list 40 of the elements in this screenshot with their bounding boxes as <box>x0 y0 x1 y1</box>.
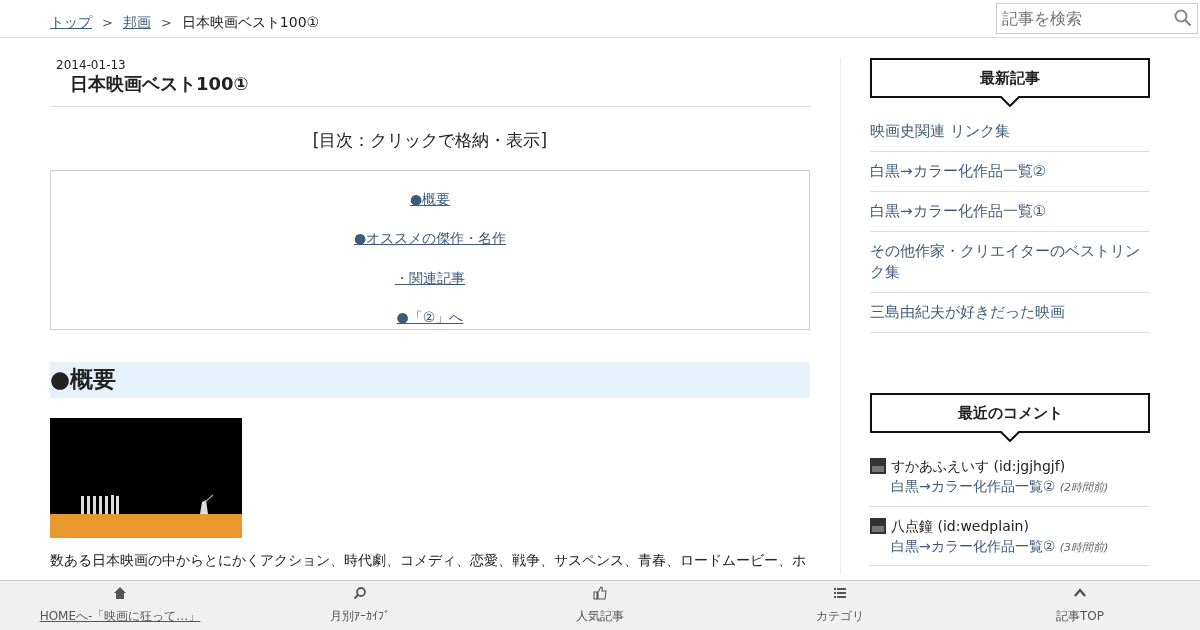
search-icon <box>353 586 367 600</box>
bottom-nav-item[interactable]: 人気記事 <box>480 581 720 630</box>
list-icon <box>833 586 847 600</box>
comment-article-link[interactable]: 白黒→カラー化作品一覧② <box>891 478 1056 495</box>
search-icon[interactable] <box>1174 9 1192 27</box>
comment-article-link[interactable]: 白黒→カラー化作品一覧② <box>891 537 1056 554</box>
home-icon <box>113 586 127 600</box>
recent-article-link[interactable]: 三島由紀夫が好きだった映画 <box>870 302 1150 323</box>
comment-text: 八点鐘 (id:wedplain) 白黒→カラー化作品一覧② (3時間前) <box>891 516 1110 556</box>
widget-heading: 最近のコメント <box>870 393 1150 433</box>
recent-article-link[interactable]: その他作家・クリエイターのベストリンク集 <box>870 241 1150 283</box>
toc-link[interactable]: ・関連記事 <box>395 266 465 290</box>
avatar-icon <box>870 517 886 534</box>
toc-link[interactable]: ●概要 <box>409 188 451 211</box>
recent-article-link[interactable]: 映画史関連 リンク集 <box>870 121 1150 142</box>
breadcrumb-link[interactable]: トップ <box>50 13 92 32</box>
post-date: 2014-01-13 <box>56 58 127 72</box>
search-field[interactable]: 記事を検索 <box>996 3 1198 34</box>
toc-toggle[interactable]: [目次：クリックで格納・表示] <box>50 129 810 152</box>
toc-link[interactable]: ●オススメの傑作・名作 <box>353 227 507 250</box>
recent-article-link[interactable]: 白黒→カラー化作品一覧① <box>870 201 1150 222</box>
pointer-icon <box>1000 431 1020 442</box>
avatar-icon <box>870 458 886 474</box>
bottom-nav-item[interactable]: 月別ｱｰｶｲﾌﾞ <box>240 581 480 630</box>
thumbs-up-icon <box>593 586 607 600</box>
article-title: 日本映画ベスト100① <box>50 72 810 107</box>
breadcrumb-link[interactable]: 邦画 <box>122 13 151 32</box>
recent-article-link[interactable]: 白黒→カラー化作品一覧② <box>870 161 1150 182</box>
article-paragraph: 数ある日本映画の中からとにかくアクション、時代劇、コメディ、恋愛、戦争、サスペンス、青春、ロードムービー、ホ <box>50 551 807 570</box>
breadcrumb-separator: > <box>160 15 172 30</box>
widget-heading: 最新記事 <box>870 58 1150 98</box>
pointer-icon <box>1000 96 1020 107</box>
bottom-nav-item[interactable]: カテゴリ <box>720 581 960 630</box>
bottom-nav-item[interactable]: HOMEへ-「映画に狂って…」 <box>0 581 240 630</box>
comment-text: すかあふえいす (id:jgjhgjf) 白黒→カラー化作品一覧② (2時間前) <box>891 457 1110 497</box>
section-heading: ●概要 <box>50 362 810 398</box>
toc-link[interactable]: ●「②」へ <box>396 306 464 329</box>
breadcrumb-separator: > <box>102 15 113 30</box>
breadcrumb-current: 日本映画ベスト100① <box>181 13 320 32</box>
bottom-nav-item[interactable]: 記事TOP <box>960 581 1200 630</box>
